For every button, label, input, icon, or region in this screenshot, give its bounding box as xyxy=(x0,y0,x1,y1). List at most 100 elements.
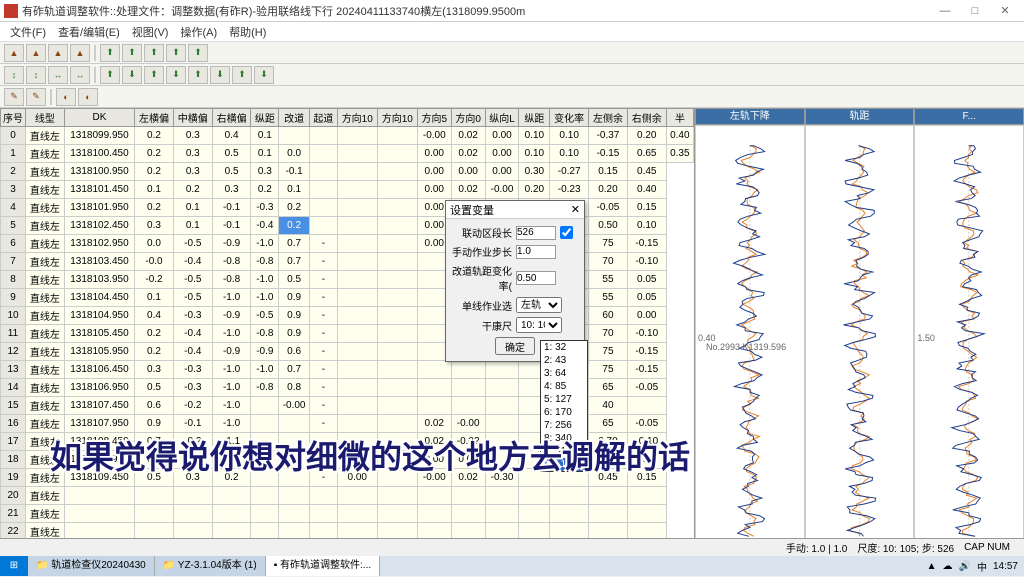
cell[interactable]: 1318106.950 xyxy=(64,379,134,397)
cell[interactable]: - xyxy=(310,289,338,307)
cell[interactable]: 0.6 xyxy=(279,343,310,361)
cell[interactable] xyxy=(377,415,417,433)
cell[interactable]: 0.20 xyxy=(627,127,666,145)
cell[interactable]: 1318100.450 xyxy=(64,145,134,163)
column-header[interactable]: 右横偏 xyxy=(212,109,251,127)
row-header[interactable]: 17 xyxy=(1,433,26,451)
cell[interactable]: 0.5 xyxy=(279,271,310,289)
toolbar-button[interactable]: ↕ xyxy=(4,66,24,84)
cell[interactable]: 0.7 xyxy=(279,253,310,271)
cell[interactable] xyxy=(519,505,550,523)
cell[interactable] xyxy=(337,397,377,415)
cell[interactable] xyxy=(485,505,519,523)
cell[interactable]: -0.15 xyxy=(589,145,628,163)
cell[interactable]: 1318100.950 xyxy=(64,163,134,181)
cell[interactable]: -1.0 xyxy=(212,397,251,415)
row-header[interactable]: 1 xyxy=(1,145,26,163)
cell[interactable] xyxy=(485,379,519,397)
cell[interactable]: -0.9 xyxy=(212,235,251,253)
cell[interactable] xyxy=(337,181,377,199)
cell[interactable]: 1318105.950 xyxy=(64,343,134,361)
cell[interactable] xyxy=(377,289,417,307)
cell[interactable] xyxy=(337,415,377,433)
cell[interactable] xyxy=(451,361,485,379)
cell[interactable]: -1.0 xyxy=(251,271,279,289)
cell[interactable]: 1318103.450 xyxy=(64,253,134,271)
cell[interactable]: 0.2 xyxy=(135,163,174,181)
cell[interactable]: 直线左 xyxy=(26,145,65,163)
cell[interactable]: 0.02 xyxy=(451,127,485,145)
cell[interactable]: 0.9 xyxy=(135,415,174,433)
cell[interactable]: -0.5 xyxy=(173,289,212,307)
cell[interactable]: -0.0 xyxy=(135,253,174,271)
cell[interactable] xyxy=(279,127,310,145)
cell[interactable] xyxy=(337,487,377,505)
column-header[interactable]: 半 xyxy=(666,109,693,127)
cell[interactable] xyxy=(627,505,666,523)
cell[interactable] xyxy=(589,487,628,505)
dropdown-item[interactable]: 2: 43 xyxy=(541,354,587,367)
cell[interactable]: -0.00 xyxy=(417,127,451,145)
cell[interactable]: -1.0 xyxy=(251,361,279,379)
cell[interactable]: 0.9 xyxy=(279,289,310,307)
field-checkbox[interactable] xyxy=(560,226,573,239)
cell[interactable]: -0.23 xyxy=(550,181,589,199)
cell[interactable]: 0.3 xyxy=(212,181,251,199)
cell[interactable]: 0.00 xyxy=(627,307,666,325)
cell[interactable]: 0.00 xyxy=(417,145,451,163)
taskbar-item[interactable]: 📁 轨道检查仪20240430 xyxy=(28,556,155,576)
cell[interactable]: -0.5 xyxy=(173,235,212,253)
cell[interactable]: -0.4 xyxy=(173,343,212,361)
cell[interactable]: 0.00 xyxy=(417,181,451,199)
cell[interactable] xyxy=(550,505,589,523)
cell[interactable] xyxy=(377,199,417,217)
cell[interactable]: 0.2 xyxy=(135,199,174,217)
cell[interactable]: 70 xyxy=(589,253,628,271)
cell[interactable]: 0.02 xyxy=(451,145,485,163)
cell[interactable]: 40 xyxy=(589,397,628,415)
cell[interactable]: -0.3 xyxy=(173,379,212,397)
cell[interactable]: -0.3 xyxy=(173,361,212,379)
cell[interactable]: 0.1 xyxy=(251,145,279,163)
cell[interactable] xyxy=(485,415,519,433)
cell[interactable] xyxy=(337,361,377,379)
cell[interactable]: -0.37 xyxy=(589,127,628,145)
column-header[interactable]: 右侧余 xyxy=(627,109,666,127)
minimize-button[interactable]: — xyxy=(930,1,960,21)
tray-clock[interactable]: 14:57 xyxy=(993,561,1018,572)
cell[interactable]: -1.0 xyxy=(251,289,279,307)
dropdown-item[interactable]: 1: 32 xyxy=(541,341,587,354)
system-tray[interactable]: ▲☁🔊中14:57 xyxy=(921,559,1024,574)
cell[interactable]: 0.20 xyxy=(589,181,628,199)
cell[interactable]: -0.00 xyxy=(485,181,519,199)
cell[interactable]: - xyxy=(310,307,338,325)
cell[interactable]: 直线左 xyxy=(26,217,65,235)
cell[interactable]: 0.3 xyxy=(173,127,212,145)
toolbar-button[interactable]: ⬇ xyxy=(122,66,142,84)
toolbar-button[interactable]: ⬆ xyxy=(122,44,142,62)
cell[interactable]: -0.3 xyxy=(173,307,212,325)
field-input[interactable] xyxy=(516,245,556,259)
cell[interactable]: - xyxy=(310,235,338,253)
cell[interactable]: 0.3 xyxy=(135,217,174,235)
row-header[interactable]: 10 xyxy=(1,307,26,325)
cell[interactable]: 0.3 xyxy=(173,163,212,181)
cell[interactable] xyxy=(417,487,451,505)
data-grid[interactable]: 序号线型DK左横偏中横偏右横偏纵距改道起道方向10方向10方向5方向0纵向L纵距… xyxy=(0,108,695,558)
cell[interactable]: -0.1 xyxy=(173,415,212,433)
cell[interactable]: 0.00 xyxy=(485,127,519,145)
cell[interactable]: 0.6 xyxy=(135,397,174,415)
cell[interactable] xyxy=(337,217,377,235)
cell[interactable]: 65 xyxy=(589,379,628,397)
cell[interactable]: 0.2 xyxy=(279,199,310,217)
cell[interactable]: -1.0 xyxy=(212,379,251,397)
cell[interactable]: 1318107.950 xyxy=(64,415,134,433)
cell[interactable]: -0.15 xyxy=(627,361,666,379)
tray-icon[interactable]: ☁ xyxy=(943,561,953,572)
taskbar-item[interactable]: 📁 YZ-3.1.04版本 (1) xyxy=(155,556,266,576)
cell[interactable]: 0.10 xyxy=(519,127,550,145)
toolbar-button[interactable]: ▲ xyxy=(70,44,90,62)
cell[interactable]: -0.3 xyxy=(251,199,279,217)
cell[interactable]: 0.0 xyxy=(135,235,174,253)
cell[interactable]: 0.1 xyxy=(251,127,279,145)
